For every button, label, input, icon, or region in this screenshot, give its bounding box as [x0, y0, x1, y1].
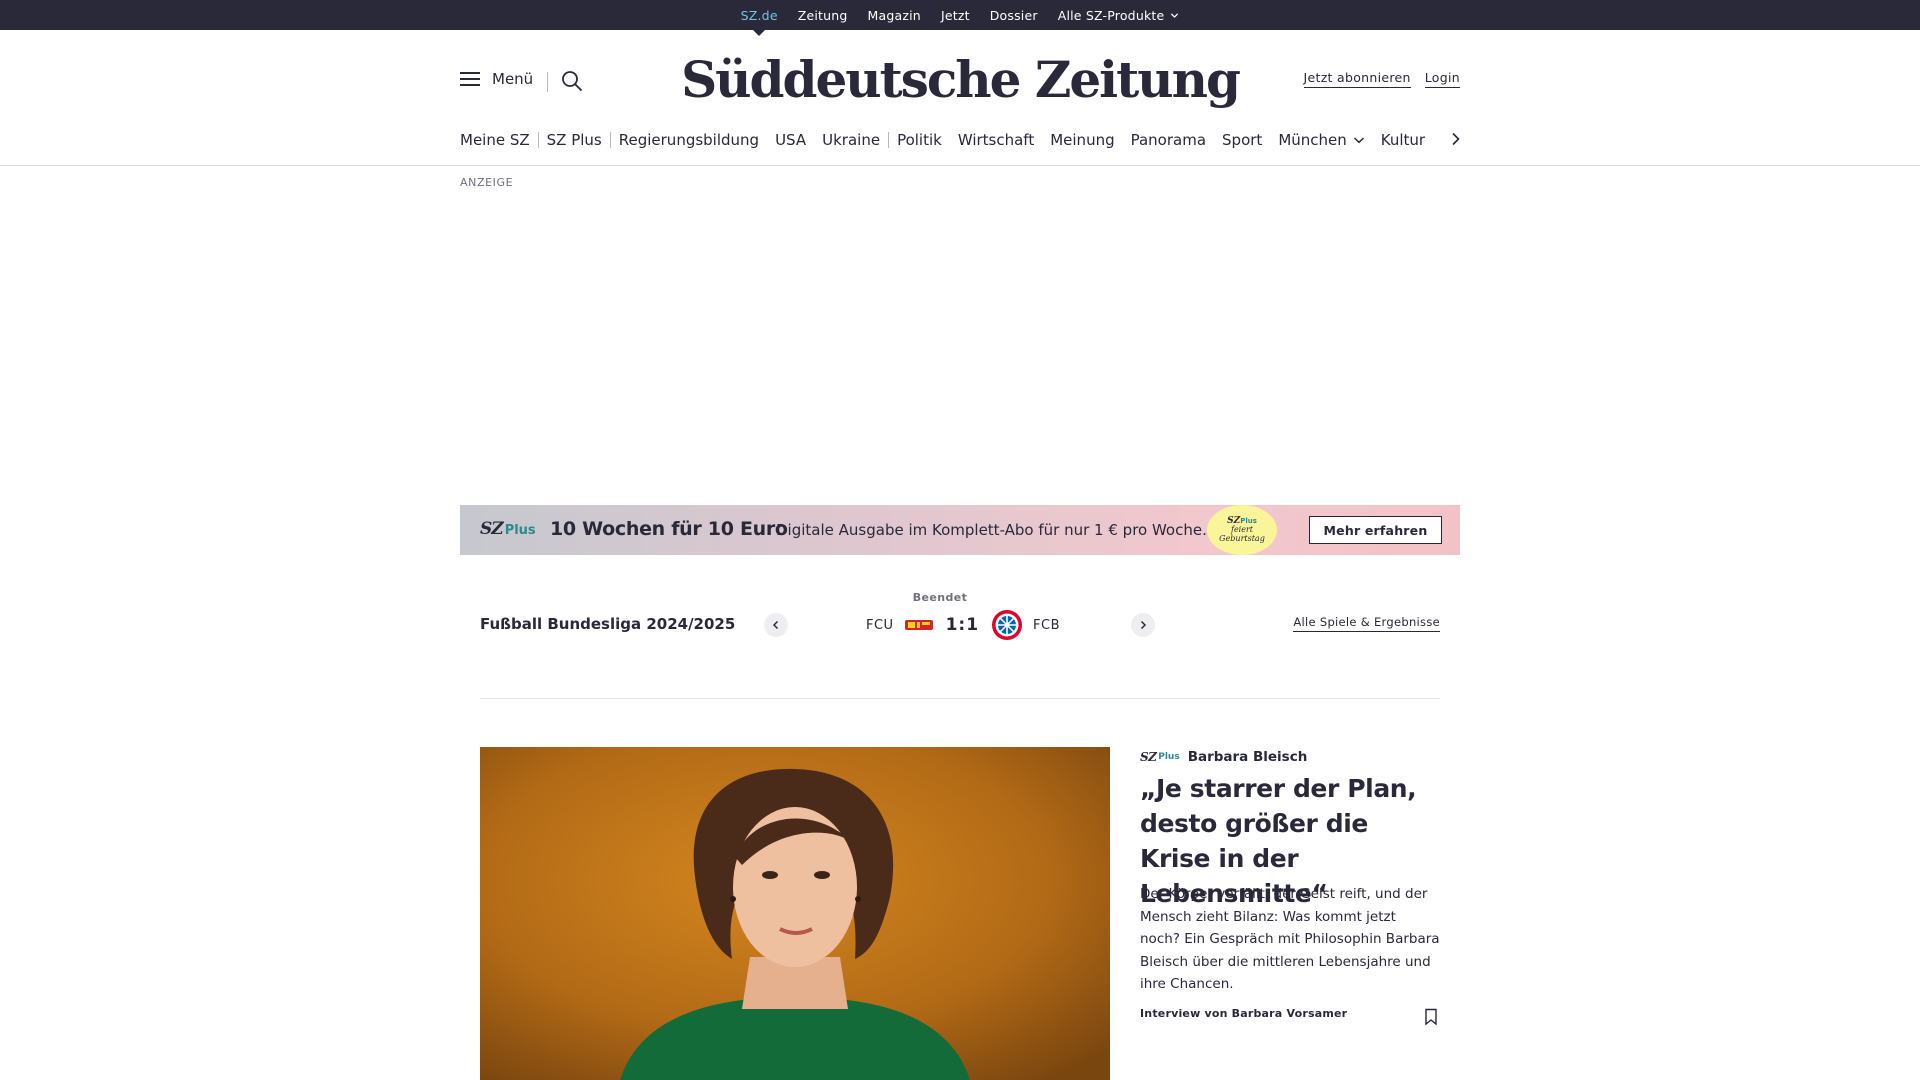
nav-item-sz-plus[interactable]: SZ Plus [539, 131, 610, 149]
badge-logo-plus: Plus [1240, 516, 1257, 525]
chevron-down-icon [1353, 137, 1364, 144]
match-score: 1:1 [945, 615, 980, 635]
promo-headline: 10 Wochen für 10 Euro [550, 518, 788, 540]
promo-cta-button[interactable]: Mehr erfahren [1309, 516, 1442, 544]
header-actions: Jetzt abonnieren Login [1303, 70, 1460, 88]
nav-item-wirtschaft[interactable]: Wirtschaft [950, 131, 1042, 149]
nav-item-sport[interactable]: Sport [1214, 131, 1270, 149]
nav-item-muenchen-label: München [1278, 131, 1347, 149]
login-link[interactable]: Login [1424, 70, 1460, 88]
teaser-author: Interview von Barbara Vorsamer [1140, 1007, 1348, 1020]
teaser-meta: SZ Plus Barbara Bleisch [1140, 749, 1307, 765]
subscribe-link[interactable]: Jetzt abonnieren [1303, 70, 1411, 88]
nav-item-kultur[interactable]: Kultur [1373, 131, 1433, 149]
product-link-alle-produkte-label: Alle SZ-Produkte [1057, 7, 1165, 23]
nav-item-panorama[interactable]: Panorama [1123, 131, 1214, 149]
nav-scroll-right-button[interactable] [1448, 130, 1464, 148]
ticker-prev-button[interactable] [764, 613, 788, 637]
product-link-jetzt[interactable]: Jetzt [941, 8, 970, 23]
logo-text: Süddeutsche Zeitung [681, 49, 1241, 109]
menu-divider [547, 72, 548, 92]
bayern-munich-logo-icon [992, 610, 1023, 640]
nav-item-meine-sz[interactable]: Meine SZ [460, 131, 538, 149]
portrait-photo [480, 747, 1110, 1080]
bookmark-icon [1425, 1008, 1437, 1026]
product-link-alle-produkte[interactable]: Alle SZ-Produkte [1058, 8, 1180, 23]
match-status: Beendet [912, 591, 968, 604]
menu-button[interactable]: Menü [460, 70, 533, 88]
ticker-next-button[interactable] [1131, 613, 1155, 637]
chevron-right-icon [1452, 132, 1460, 146]
nav-item-usa[interactable]: USA [767, 131, 814, 149]
birthday-badge: SZPlus feiert Geburtstag [1207, 505, 1277, 555]
header-divider [0, 165, 1920, 166]
product-link-zeitung[interactable]: Zeitung [798, 8, 848, 23]
sz-plus-logo-sz: SZ [480, 519, 504, 539]
match-result[interactable]: FCU 1:1 FCB [866, 610, 1060, 640]
top-meta-bar: SZ.de Zeitung Magazin Jetzt Dossier Alle… [0, 0, 1920, 36]
bookmark-button[interactable] [1423, 1008, 1439, 1026]
chevron-down-icon [1171, 12, 1179, 18]
sz-plus-logo-plus: Plus [504, 523, 536, 538]
product-nav: SZ.de Zeitung Magazin Jetzt Dossier Alle… [0, 0, 1920, 36]
product-link-dossier[interactable]: Dossier [990, 8, 1038, 23]
home-team-code: FCU [866, 617, 894, 633]
union-berlin-logo-icon [904, 620, 933, 630]
sz-plus-badge-plus: Plus [1158, 752, 1180, 762]
sports-ticker: Fußball Bundesliga 2024/2025 Beendet FCU… [480, 585, 1440, 670]
ad-label: ANZEIGE [460, 176, 514, 189]
search-icon [562, 71, 583, 92]
sz-plus-logo: SZ Plus [480, 519, 536, 539]
hamburger-icon [460, 72, 480, 86]
promo-banner[interactable]: SZ Plus 10 Wochen für 10 Euro Digitale A… [460, 505, 1460, 555]
nav-item-meinung[interactable]: Meinung [1042, 131, 1122, 149]
chevron-right-icon [1140, 620, 1147, 630]
nav-item-muenchen[interactable]: München [1270, 131, 1372, 149]
teaser-kicker: Barbara Bleisch [1187, 749, 1308, 765]
search-button[interactable] [561, 70, 583, 92]
nav-item-politik[interactable]: Politik [889, 131, 950, 149]
teaser-image[interactable] [480, 747, 1110, 1080]
section-nav: Meine SZ SZ Plus Regierungsbildung USA U… [460, 126, 1460, 154]
menu-label: Menü [492, 70, 534, 88]
all-games-link[interactable]: Alle Spiele & Ergebnisse [1293, 615, 1440, 632]
away-team-code: FCB [1033, 617, 1061, 633]
nav-item-regierungsbildung[interactable]: Regierungsbildung [611, 131, 767, 149]
site-logo[interactable]: Süddeutsche Zeitung [681, 44, 1241, 114]
sz-plus-badge: SZ [1140, 750, 1157, 764]
ticker-league-title: Fußball Bundesliga 2024/2025 [480, 615, 736, 633]
teaser-summary: Der Körper verfällt, der Geist reift, un… [1140, 886, 1440, 992]
chevron-left-icon [772, 620, 779, 630]
product-link-magazin[interactable]: Magazin [868, 8, 921, 23]
product-link-sz-de[interactable]: SZ.de [741, 8, 778, 36]
nav-item-ukraine[interactable]: Ukraine [814, 131, 888, 149]
badge-line-2: Geburtstag [1219, 533, 1265, 543]
promo-text: Digitale Ausgabe im Komplett-Abo für nur… [776, 521, 1207, 539]
ticker-divider [480, 698, 1440, 699]
